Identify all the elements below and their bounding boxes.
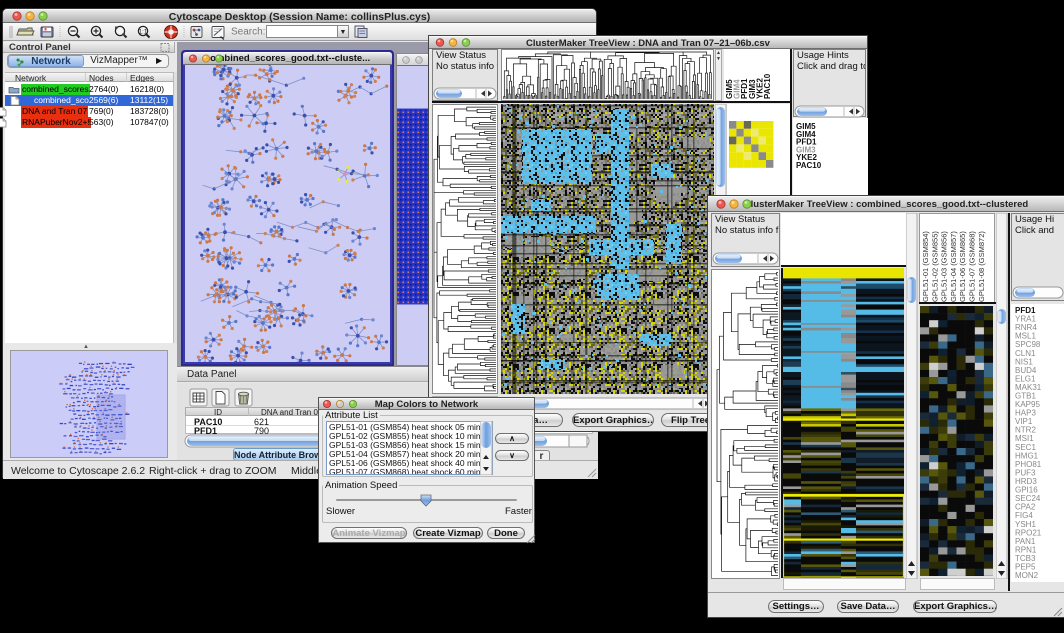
svg-text:GPL51-02 (GSM855): GPL51-02 (GSM855) bbox=[930, 231, 939, 302]
svg-text:GPL51-04 (GSM857): GPL51-04 (GSM857) bbox=[949, 231, 958, 302]
svg-text:GPL51-06 (GSM865): GPL51-06 (GSM865) bbox=[958, 231, 967, 302]
svg-text:GPL51-07 (GSM868): GPL51-07 (GSM868) bbox=[968, 231, 977, 302]
svg-text:PAC10: PAC10 bbox=[796, 161, 822, 170]
svg-text:GPL51-08 (GSM872): GPL51-08 (GSM872) bbox=[977, 231, 986, 302]
svg-text:MON2: MON2 bbox=[1015, 571, 1039, 580]
svg-text:GPL51-03 (GSM856): GPL51-03 (GSM856) bbox=[940, 231, 949, 302]
svg-text:GPL51-01 (GSM854): GPL51-01 (GSM854) bbox=[921, 231, 930, 302]
svg-text:Search:: Search: bbox=[231, 27, 265, 38]
svg-text:PAC10: PAC10 bbox=[763, 73, 772, 99]
svg-text:1:1: 1:1 bbox=[139, 30, 148, 36]
